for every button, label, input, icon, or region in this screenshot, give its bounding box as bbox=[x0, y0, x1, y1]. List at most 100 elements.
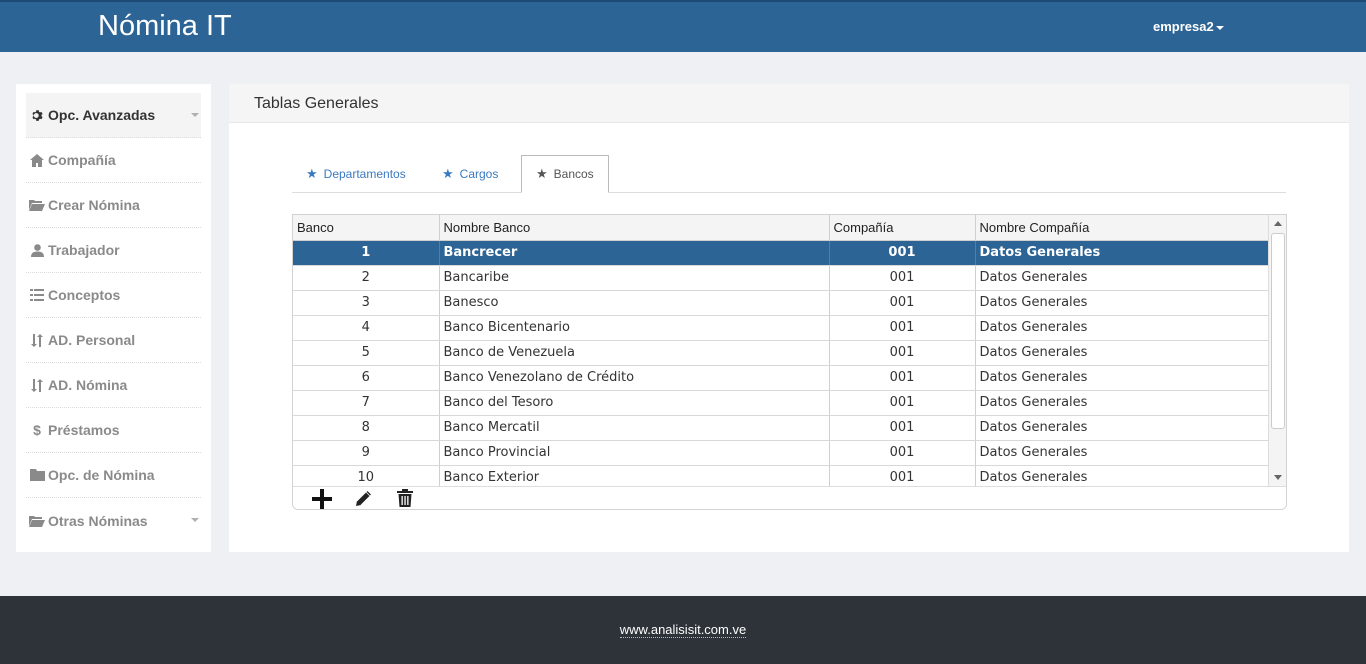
cell-nombre-banco: Banco Mercatil bbox=[439, 415, 830, 441]
cell-compania: 001 bbox=[829, 340, 976, 366]
sidebar-item-opc-avanzadas[interactable]: Opc. Avanzadas bbox=[26, 93, 201, 138]
tab-bar: ★ Departamentos ★ Cargos ★ Bancos bbox=[292, 155, 1286, 193]
column-header-banco[interactable]: Banco bbox=[293, 215, 440, 241]
column-header-nombre-banco[interactable]: Nombre Banco bbox=[439, 215, 830, 241]
sidebar-item-ad-nomina[interactable]: AD. Nómina bbox=[26, 363, 201, 408]
cell-banco: 9 bbox=[293, 440, 440, 466]
table-header-row: Banco Nombre Banco Compañía Nombre Compa… bbox=[293, 215, 1269, 241]
star-icon: ★ bbox=[442, 166, 454, 181]
app-brand[interactable]: Nómina IT bbox=[98, 10, 232, 43]
table-row[interactable]: 2 Bancaribe 001 Datos Generales bbox=[293, 265, 1269, 291]
cell-nombre-compania: Datos Generales bbox=[975, 315, 1269, 341]
cell-nombre-compania: Datos Generales bbox=[975, 390, 1269, 416]
cell-nombre-compania: Datos Generales bbox=[975, 240, 1269, 266]
sidebar-item-ad-personal[interactable]: AD. Personal bbox=[26, 318, 201, 363]
tab-bancos[interactable]: ★ Bancos bbox=[521, 155, 609, 193]
sidebar-item-otras-nominas[interactable]: Otras Nóminas bbox=[26, 498, 201, 543]
sort-icon bbox=[28, 378, 46, 392]
cell-nombre-banco: Bancrecer bbox=[439, 240, 830, 266]
cell-banco: 8 bbox=[293, 415, 440, 441]
table-row[interactable]: 6 Banco Venezolano de Crédito 001 Datos … bbox=[293, 365, 1269, 391]
cell-nombre-compania: Datos Generales bbox=[975, 340, 1269, 366]
column-header-compania[interactable]: Compañía bbox=[829, 215, 976, 241]
sidebar: Opc. Avanzadas Compañía Crear Nómina Tra… bbox=[16, 84, 211, 552]
cell-nombre-compania: Datos Generales bbox=[975, 415, 1269, 441]
sidebar-item-label: AD. Nómina bbox=[48, 377, 128, 393]
caret-down-icon bbox=[191, 518, 199, 522]
panel-header: Tablas Generales bbox=[229, 84, 1349, 123]
footer-website-link[interactable]: www.analisisit.com.ve bbox=[619, 622, 747, 638]
cell-nombre-compania: Datos Generales bbox=[975, 290, 1269, 316]
cell-compania: 001 bbox=[829, 390, 976, 416]
sort-icon bbox=[28, 333, 46, 347]
tab-cargos[interactable]: ★ Cargos bbox=[428, 155, 512, 193]
tab-departamentos[interactable]: ★ Departamentos bbox=[292, 155, 420, 193]
cell-banco: 3 bbox=[293, 290, 440, 316]
sidebar-item-prestamos[interactable]: $ Préstamos bbox=[26, 408, 201, 453]
cell-banco: 6 bbox=[293, 365, 440, 391]
column-header-nombre-compania[interactable]: Nombre Compañía bbox=[975, 215, 1269, 241]
sidebar-item-label: Otras Nóminas bbox=[48, 512, 148, 529]
cell-compania: 001 bbox=[829, 265, 976, 291]
page-title: Tablas Generales bbox=[254, 95, 379, 112]
folder-open-icon bbox=[28, 515, 46, 527]
cell-nombre-banco: Banco de Venezuela bbox=[439, 340, 830, 366]
table-row[interactable]: 9 Banco Provincial 001 Datos Generales bbox=[293, 440, 1269, 466]
sidebar-item-label: Conceptos bbox=[48, 287, 121, 303]
folder-open-icon bbox=[28, 199, 46, 211]
table-row[interactable]: 5 Banco de Venezuela 001 Datos Generales bbox=[293, 340, 1269, 366]
tab-label: Bancos bbox=[553, 167, 594, 181]
table-row[interactable]: 1 Bancrecer 001 Datos Generales bbox=[293, 240, 1269, 266]
sidebar-item-label: Opc. de Nómina bbox=[48, 467, 155, 483]
cell-nombre-banco: Banesco bbox=[439, 290, 830, 316]
list-icon bbox=[28, 289, 46, 301]
main-panel: Tablas Generales ★ Departamentos ★ Cargo… bbox=[229, 84, 1349, 552]
star-icon: ★ bbox=[536, 166, 548, 181]
scroll-up-icon[interactable] bbox=[1274, 221, 1282, 226]
folder-icon bbox=[28, 469, 46, 481]
footer: www.analisisit.com.ve bbox=[0, 596, 1366, 664]
user-icon bbox=[28, 243, 46, 257]
cell-compania: 001 bbox=[829, 440, 976, 466]
vertical-scrollbar[interactable] bbox=[1268, 215, 1286, 486]
user-menu-dropdown[interactable]: empresa2 bbox=[1153, 19, 1224, 34]
table-row[interactable]: 7 Banco del Tesoro 001 Datos Generales bbox=[293, 390, 1269, 416]
sidebar-item-compania[interactable]: Compañía bbox=[26, 138, 201, 183]
sidebar-item-opc-de-nomina[interactable]: Opc. de Nómina bbox=[26, 453, 201, 498]
user-name: empresa2 bbox=[1153, 19, 1214, 34]
cell-banco: 5 bbox=[293, 340, 440, 366]
scroll-thumb[interactable] bbox=[1271, 233, 1285, 429]
cell-nombre-banco: Banco Bicentenario bbox=[439, 315, 830, 341]
cell-nombre-banco: Banco Venezolano de Crédito bbox=[439, 365, 830, 391]
sidebar-item-label: Compañía bbox=[48, 152, 116, 168]
cell-banco: 1 bbox=[293, 240, 440, 266]
tab-label: Cargos bbox=[459, 167, 499, 181]
sidebar-item-conceptos[interactable]: Conceptos bbox=[26, 273, 201, 318]
add-button[interactable] bbox=[312, 489, 332, 509]
scroll-down-icon[interactable] bbox=[1274, 475, 1282, 480]
sidebar-item-label: Trabajador bbox=[48, 242, 120, 258]
caret-down-icon bbox=[1215, 25, 1224, 30]
cell-compania: 001 bbox=[829, 365, 976, 391]
grid-toolbar bbox=[293, 486, 1286, 509]
cell-nombre-compania: Datos Generales bbox=[975, 440, 1269, 466]
sidebar-item-label: Préstamos bbox=[48, 422, 120, 438]
table-row[interactable]: 3 Banesco 001 Datos Generales bbox=[293, 290, 1269, 316]
sidebar-item-label: Opc. Avanzadas bbox=[48, 107, 156, 123]
table-row[interactable]: 8 Banco Mercatil 001 Datos Generales bbox=[293, 415, 1269, 441]
cell-banco: 2 bbox=[293, 265, 440, 291]
cell-compania: 001 bbox=[829, 290, 976, 316]
sidebar-item-trabajador[interactable]: Trabajador bbox=[26, 228, 201, 273]
bancos-table: Banco Nombre Banco Compañía Nombre Compa… bbox=[293, 215, 1269, 491]
table-row[interactable]: 4 Banco Bicentenario 001 Datos Generales bbox=[293, 315, 1269, 341]
dollar-icon: $ bbox=[33, 422, 41, 438]
edit-button[interactable] bbox=[355, 489, 373, 509]
cell-compania: 001 bbox=[829, 240, 976, 266]
cell-nombre-compania: Datos Generales bbox=[975, 265, 1269, 291]
sidebar-item-crear-nomina[interactable]: Crear Nómina bbox=[26, 183, 201, 228]
cell-compania: 001 bbox=[829, 315, 976, 341]
plus-icon bbox=[312, 489, 332, 509]
cell-banco: 4 bbox=[293, 315, 440, 341]
delete-button[interactable] bbox=[397, 489, 413, 509]
caret-down-icon bbox=[191, 113, 199, 117]
